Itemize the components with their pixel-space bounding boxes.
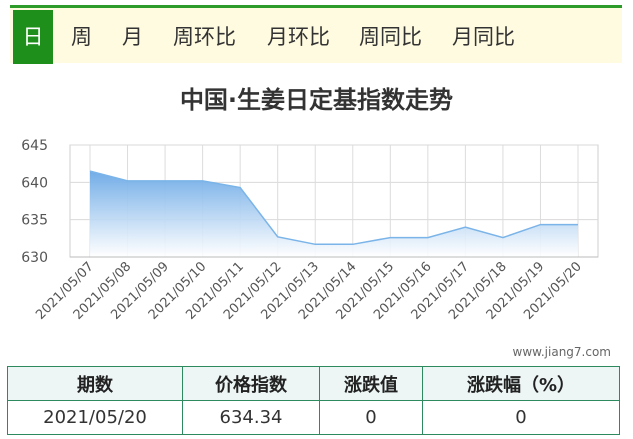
cell-price-index: 634.34 [182,400,320,435]
column-header-change-value: 涨跌值 [319,366,423,401]
column-header-price-index: 价格指数 [182,366,320,401]
index-trend-chart: 6306356406452021/05/072021/05/082021/05/… [21,138,599,323]
index-summary-table: 期数 价格指数 涨跌值 涨跌幅（%） 2021/05/20 634.34 0 0 [7,366,620,435]
tab-week-on-week[interactable]: 周环比 [173,14,236,61]
table-row: 2021/05/20 634.34 0 0 [7,400,620,435]
chart-title: 中国·生姜日定基指数走势 [179,86,454,114]
tab-month-year-on-year[interactable]: 月同比 [452,14,515,61]
y-tick-label: 645 [21,138,48,154]
tab-day[interactable]: 日 [13,10,53,64]
column-header-change-percent: 涨跌幅（%） [422,366,620,401]
tab-month[interactable]: 月 [122,14,143,61]
tab-week[interactable]: 周 [71,14,92,61]
y-tick-label: 640 [21,175,48,191]
cell-change-percent: 0 [422,400,620,435]
cell-change-value: 0 [319,400,423,435]
site-watermark: www.jiang7.com [512,345,611,359]
y-tick-label: 630 [21,250,48,266]
tab-week-year-on-year[interactable]: 周同比 [359,14,422,61]
column-header-period: 期数 [7,366,183,401]
y-tick-label: 635 [21,213,48,229]
cell-period: 2021/05/20 [7,400,183,435]
tab-month-on-month[interactable]: 月环比 [267,14,330,61]
table-header-row: 期数 价格指数 涨跌值 涨跌幅（%） [7,366,620,401]
period-tabs: 日 周 月 周环比 月环比 周同比 月同比 [10,5,622,64]
